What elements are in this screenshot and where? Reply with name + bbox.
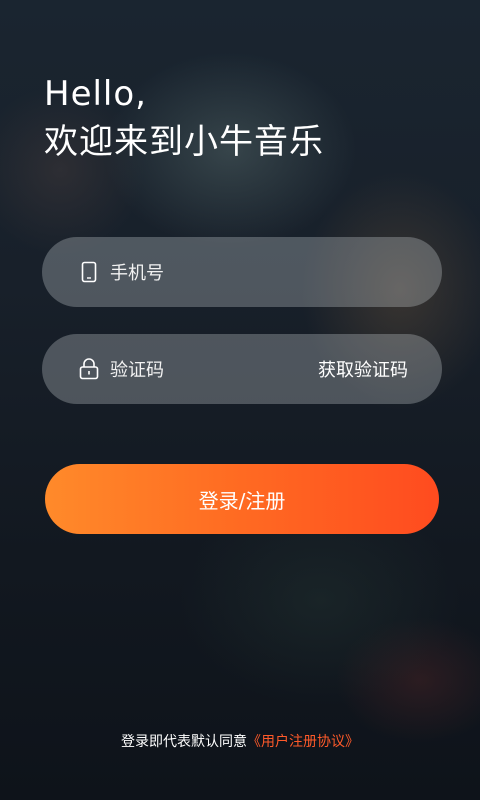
phone-input[interactable]: 手机号 (110, 259, 408, 285)
agreement-notice: 登录即代表默认同意《用户注册协议》 (0, 731, 480, 751)
lock-icon (78, 357, 100, 381)
get-code-button[interactable]: 获取验证码 (318, 356, 408, 382)
welcome-app-name: 欢迎来到小牛音乐 (44, 122, 324, 162)
welcome-heading: Hello, 欢迎来到小牛音乐 (44, 70, 324, 166)
user-agreement-link[interactable]: 《用户注册协议》 (247, 734, 359, 750)
agreement-text: 登录即代表默认同意 (121, 734, 247, 750)
phone-field[interactable]: 手机号 (42, 237, 442, 307)
code-input[interactable]: 验证码 (110, 356, 318, 382)
welcome-hello: Hello, (44, 74, 147, 114)
login-register-button[interactable]: 登录/注册 (45, 464, 439, 534)
code-field[interactable]: 验证码 获取验证码 (42, 334, 442, 404)
phone-icon (78, 260, 100, 284)
